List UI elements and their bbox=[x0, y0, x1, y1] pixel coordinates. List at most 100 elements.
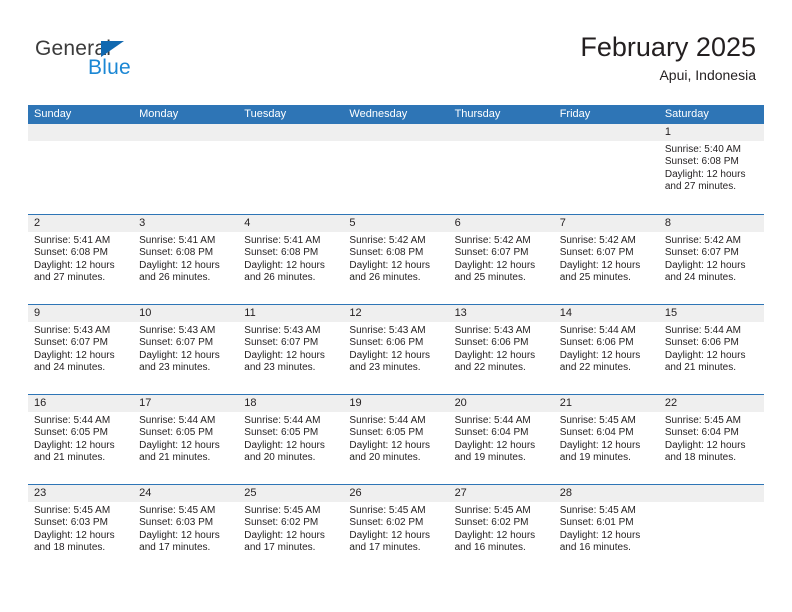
sunrise-text: Sunrise: 5:43 AM bbox=[139, 325, 216, 336]
day-cell[interactable]: 27 Sunrise: 5:45 AM Sunset: 6:02 PM Dayl… bbox=[449, 485, 554, 574]
daylight-text-line2: and 27 minutes. bbox=[664, 181, 737, 193]
day-cell[interactable] bbox=[449, 124, 554, 214]
daylight-text-line1: Daylight: 12 hours bbox=[664, 259, 746, 271]
sunset-text: Sunset: 6:04 PM bbox=[454, 427, 529, 439]
daylight-text-line1: Daylight: 12 hours bbox=[559, 529, 641, 541]
day-cell[interactable] bbox=[554, 124, 659, 214]
day-cell[interactable]: 18 Sunrise: 5:44 AM Sunset: 6:05 PM Dayl… bbox=[238, 395, 343, 484]
day-cell[interactable]: 21 Sunrise: 5:45 AM Sunset: 6:04 PM Dayl… bbox=[554, 395, 659, 484]
sunrise-text: Sunrise: 5:42 AM bbox=[664, 235, 741, 246]
day-cell[interactable]: 10 Sunrise: 5:43 AM Sunset: 6:07 PM Dayl… bbox=[133, 305, 238, 394]
daylight-text-line1: Daylight: 12 hours bbox=[244, 439, 325, 451]
daylight-text-line1: Daylight: 12 hours bbox=[664, 168, 746, 180]
sunrise-text: Sunrise: 5:44 AM bbox=[559, 325, 636, 336]
sunrise-text: Sunrise: 5:41 AM bbox=[244, 235, 321, 246]
day-cell[interactable] bbox=[343, 124, 448, 214]
day-number: 3 bbox=[139, 217, 146, 229]
daylight-text-line1: Daylight: 12 hours bbox=[244, 529, 325, 541]
day-number: 20 bbox=[454, 397, 467, 409]
daylight-text-line1: Daylight: 12 hours bbox=[559, 349, 641, 361]
sunrise-text: Sunrise: 5:43 AM bbox=[349, 325, 426, 336]
day-cell[interactable]: 17 Sunrise: 5:44 AM Sunset: 6:05 PM Dayl… bbox=[133, 395, 238, 484]
day-cell[interactable]: 6 Sunrise: 5:42 AM Sunset: 6:07 PM Dayli… bbox=[449, 215, 554, 304]
day-info: Sunrise: 5:44 AM Sunset: 6:05 PM Dayligh… bbox=[34, 415, 129, 465]
day-cell[interactable]: 9 Sunrise: 5:43 AM Sunset: 6:07 PM Dayli… bbox=[28, 305, 133, 394]
daylight-text-line2: and 24 minutes. bbox=[34, 362, 106, 374]
day-number: 13 bbox=[454, 307, 467, 319]
day-number: 5 bbox=[349, 217, 356, 229]
sunset-text: Sunset: 6:06 PM bbox=[454, 337, 529, 349]
weekday-header-friday: Friday bbox=[559, 108, 591, 120]
daylight-text-line2: and 16 minutes. bbox=[559, 542, 631, 554]
daylight-text-line2: and 19 minutes. bbox=[454, 452, 526, 464]
day-cell[interactable]: 25 Sunrise: 5:45 AM Sunset: 6:02 PM Dayl… bbox=[238, 485, 343, 574]
sunset-text: Sunset: 6:03 PM bbox=[139, 517, 214, 529]
day-info: Sunrise: 5:45 AM Sunset: 6:01 PM Dayligh… bbox=[560, 505, 655, 555]
day-info: Sunrise: 5:45 AM Sunset: 6:03 PM Dayligh… bbox=[34, 505, 129, 555]
daylight-text-line2: and 23 minutes. bbox=[139, 362, 211, 374]
sunset-text: Sunset: 6:05 PM bbox=[139, 427, 214, 439]
day-cell[interactable]: 26 Sunrise: 5:45 AM Sunset: 6:02 PM Dayl… bbox=[343, 485, 448, 574]
daylight-text-line2: and 23 minutes. bbox=[349, 362, 421, 374]
day-cell[interactable]: 20 Sunrise: 5:44 AM Sunset: 6:04 PM Dayl… bbox=[449, 395, 554, 484]
daylight-text-line1: Daylight: 12 hours bbox=[244, 349, 325, 361]
day-number: 17 bbox=[139, 397, 152, 409]
title-block: February 2025 Apui, Indonesia bbox=[580, 32, 756, 84]
page-subtitle-location: Apui, Indonesia bbox=[659, 67, 756, 84]
daylight-text-line2: and 26 minutes. bbox=[349, 272, 421, 284]
daylight-text-line2: and 26 minutes. bbox=[244, 272, 316, 284]
day-number: 22 bbox=[664, 397, 678, 409]
day-cell[interactable]: 2 Sunrise: 5:41 AM Sunset: 6:08 PM Dayli… bbox=[28, 215, 133, 304]
daylight-text-line1: Daylight: 12 hours bbox=[34, 529, 115, 541]
day-cell[interactable]: 28 Sunrise: 5:45 AM Sunset: 6:01 PM Dayl… bbox=[554, 485, 659, 574]
daylight-text-line2: and 16 minutes. bbox=[454, 542, 526, 554]
day-cell[interactable] bbox=[133, 124, 238, 214]
sunrise-text: Sunrise: 5:45 AM bbox=[559, 505, 636, 516]
daylight-text-line2: and 22 minutes. bbox=[559, 362, 631, 374]
day-cell[interactable]: 8 Sunrise: 5:42 AM Sunset: 6:07 PM Dayli… bbox=[659, 215, 764, 304]
day-cell[interactable]: 5 Sunrise: 5:42 AM Sunset: 6:08 PM Dayli… bbox=[343, 215, 448, 304]
daylight-text-line2: and 22 minutes. bbox=[454, 362, 526, 374]
daylight-text-line1: Daylight: 12 hours bbox=[34, 259, 115, 271]
day-cell[interactable]: 7 Sunrise: 5:42 AM Sunset: 6:07 PM Dayli… bbox=[554, 215, 659, 304]
daylight-text-line1: Daylight: 12 hours bbox=[454, 439, 536, 451]
day-cell[interactable]: 13 Sunrise: 5:43 AM Sunset: 6:06 PM Dayl… bbox=[449, 305, 554, 394]
sunset-text: Sunset: 6:03 PM bbox=[34, 517, 108, 529]
day-info: Sunrise: 5:45 AM Sunset: 6:03 PM Dayligh… bbox=[139, 505, 234, 555]
day-cell[interactable]: 22 Sunrise: 5:45 AM Sunset: 6:04 PM Dayl… bbox=[659, 395, 764, 484]
day-cell[interactable]: 11 Sunrise: 5:43 AM Sunset: 6:07 PM Dayl… bbox=[238, 305, 343, 394]
general-blue-logo[interactable]: General Blue bbox=[35, 38, 235, 86]
sunset-text: Sunset: 6:06 PM bbox=[349, 337, 424, 349]
daylight-text-line1: Daylight: 12 hours bbox=[349, 529, 431, 541]
day-cell[interactable]: 15 Sunrise: 5:44 AM Sunset: 6:06 PM Dayl… bbox=[659, 305, 764, 394]
sunset-text: Sunset: 6:07 PM bbox=[454, 247, 529, 259]
daylight-text-line1: Daylight: 12 hours bbox=[139, 259, 220, 271]
day-info: Sunrise: 5:44 AM Sunset: 6:05 PM Dayligh… bbox=[349, 415, 444, 465]
sunrise-text: Sunrise: 5:45 AM bbox=[244, 505, 321, 516]
logo-triangle-icon bbox=[101, 41, 124, 57]
day-cell[interactable]: 1 Sunrise: 5:40 AM Sunset: 6:08 PM Dayli… bbox=[659, 124, 764, 214]
day-cell[interactable] bbox=[28, 124, 133, 214]
sunset-text: Sunset: 6:04 PM bbox=[664, 427, 739, 439]
daylight-text-line2: and 17 minutes. bbox=[349, 542, 421, 554]
sunset-text: Sunset: 6:02 PM bbox=[454, 517, 529, 529]
sunset-text: Sunset: 6:06 PM bbox=[559, 337, 634, 349]
sunrise-text: Sunrise: 5:43 AM bbox=[244, 325, 321, 336]
day-cell[interactable]: 24 Sunrise: 5:45 AM Sunset: 6:03 PM Dayl… bbox=[133, 485, 238, 574]
day-cell[interactable]: 19 Sunrise: 5:44 AM Sunset: 6:05 PM Dayl… bbox=[343, 395, 448, 484]
daylight-text-line2: and 21 minutes. bbox=[139, 452, 211, 464]
daylight-text-line1: Daylight: 12 hours bbox=[559, 439, 641, 451]
day-number: 9 bbox=[34, 307, 41, 319]
daylight-text-line1: Daylight: 12 hours bbox=[454, 259, 536, 271]
sunset-text: Sunset: 6:06 PM bbox=[664, 337, 739, 349]
day-cell[interactable]: 3 Sunrise: 5:41 AM Sunset: 6:08 PM Dayli… bbox=[133, 215, 238, 304]
day-cell[interactable]: 23 Sunrise: 5:45 AM Sunset: 6:03 PM Dayl… bbox=[28, 485, 133, 574]
day-cell[interactable]: 14 Sunrise: 5:44 AM Sunset: 6:06 PM Dayl… bbox=[554, 305, 659, 394]
day-cell[interactable]: 4 Sunrise: 5:41 AM Sunset: 6:08 PM Dayli… bbox=[238, 215, 343, 304]
day-cell[interactable] bbox=[238, 124, 343, 214]
sunrise-text: Sunrise: 5:42 AM bbox=[559, 235, 636, 246]
day-cell[interactable] bbox=[659, 485, 764, 574]
page-title: February 2025 bbox=[580, 32, 756, 62]
day-cell[interactable]: 16 Sunrise: 5:44 AM Sunset: 6:05 PM Dayl… bbox=[28, 395, 133, 484]
day-cell[interactable]: 12 Sunrise: 5:43 AM Sunset: 6:06 PM Dayl… bbox=[343, 305, 448, 394]
